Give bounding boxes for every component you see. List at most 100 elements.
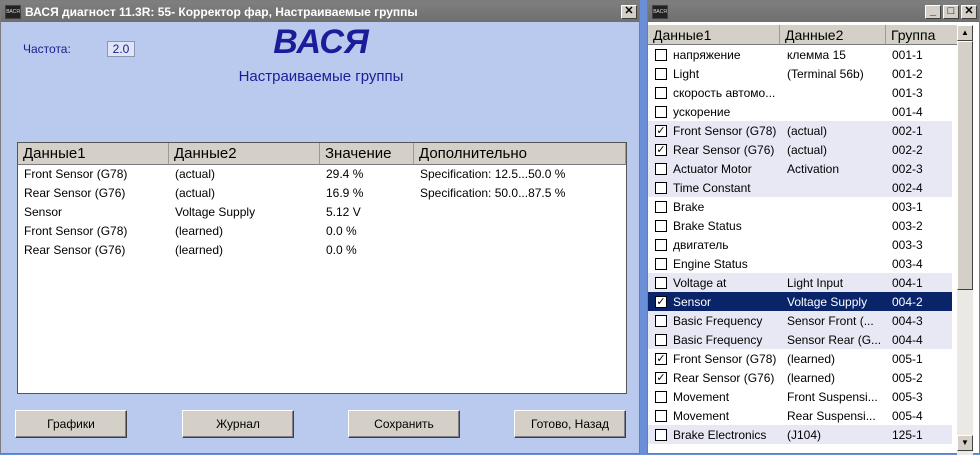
list-item[interactable]: ✓ Rear Sensor (G76) (actual) 002-2 <box>648 140 952 159</box>
checkbox[interactable] <box>655 105 667 118</box>
save-button[interactable]: Сохранить <box>348 410 460 438</box>
list-item-group: 003-2 <box>892 218 923 233</box>
list-item[interactable]: Time Constant 002-4 <box>648 178 952 197</box>
list-item[interactable]: Actuator Motor Activation 002-3 <box>648 159 952 178</box>
column-header-data1[interactable]: Данные1 <box>18 143 169 165</box>
list-item-d1: двигатель <box>673 237 729 252</box>
table-cell: (actual) <box>175 167 216 181</box>
table-cell: Rear Sensor (G76) <box>24 243 126 257</box>
checkbox[interactable] <box>655 428 667 441</box>
list-item-d1: Rear Sensor (G76) <box>673 370 775 385</box>
scroll-down-icon[interactable]: ▼ <box>957 435 973 451</box>
checkbox-checked[interactable]: ✓ <box>655 371 667 384</box>
list-item[interactable]: ✓ Rear Sensor (G76) (learned) 005-2 <box>648 368 952 387</box>
scroll-up-icon[interactable]: ▲ <box>957 25 973 41</box>
scroll-thumb[interactable] <box>957 41 973 290</box>
checkbox[interactable] <box>655 181 667 194</box>
list-item-group: 005-3 <box>892 389 923 404</box>
checkbox[interactable] <box>655 390 667 403</box>
checkbox[interactable] <box>655 200 667 213</box>
list-item-d1: Brake <box>673 199 705 214</box>
group-titlebar[interactable]: ВАСЯ _ □ ✕ <box>648 1 979 22</box>
list-item[interactable]: Movement Front Suspensi... 005-3 <box>648 387 952 406</box>
checkbox[interactable] <box>655 86 667 99</box>
main-titlebar[interactable]: ВАСЯ ВАСЯ диагност 11.3R: 55- Корректор … <box>1 1 639 22</box>
column-header-data2[interactable]: Данные2 <box>169 143 320 165</box>
table-cell: (learned) <box>175 224 224 238</box>
checkbox[interactable] <box>655 162 667 175</box>
list-item[interactable]: Brake Status 003-2 <box>648 216 952 235</box>
list-item[interactable]: ✓ Sensor Voltage Supply 004-2 <box>648 292 952 311</box>
list-item-d2: Light Input <box>787 275 844 290</box>
group-list: напряжение клемма 15 001-1 Light (Terminal 5… <box>648 45 952 455</box>
list-item-d1: Brake Electronics <box>673 427 767 442</box>
checkbox[interactable] <box>655 314 667 327</box>
checkbox[interactable] <box>655 219 667 232</box>
list-item-d2: (learned) <box>787 351 836 366</box>
maximize-icon[interactable]: □ <box>943 4 959 19</box>
checkbox[interactable] <box>655 48 667 61</box>
list-item-group: 001-4 <box>892 104 923 119</box>
checkbox[interactable] <box>655 276 667 289</box>
group-table-header: Данные1 Данные2 Группа <box>648 25 962 45</box>
list-item-d2: Sensor Front (... <box>787 313 874 328</box>
list-item-group: 001-3 <box>892 85 923 100</box>
close-icon[interactable]: ✕ <box>961 4 977 19</box>
table-row[interactable]: Front Sensor (G78) (actual) 29.4 % Specific… <box>18 165 626 184</box>
checkbox[interactable] <box>655 238 667 251</box>
list-item[interactable]: Basic Frequency Sensor Rear (G... 004-4 <box>648 330 952 349</box>
list-item[interactable]: Brake Electronics (J104) 125-1 <box>648 425 952 444</box>
list-item[interactable]: скорость автомо... 001-3 <box>648 83 952 102</box>
list-item-group: 005-4 <box>892 408 923 423</box>
done-back-button[interactable]: Готово, Назад <box>514 410 626 438</box>
column-header-data2[interactable]: Данные2 <box>780 25 886 45</box>
list-item[interactable]: Brake 003-1 <box>648 197 952 216</box>
list-item[interactable]: двигатель 003-3 <box>648 235 952 254</box>
list-item-d1: Engine Status <box>673 256 748 271</box>
list-item-d1: Voltage at <box>673 275 727 290</box>
list-item[interactable]: ✓ Front Sensor (G78) (actual) 002-1 <box>648 121 952 140</box>
list-item-d2: (actual) <box>787 142 828 157</box>
table-row[interactable]: Rear Sensor (G76) (actual) 16.9 % Specifica… <box>18 184 626 203</box>
checkbox[interactable] <box>655 257 667 270</box>
list-item[interactable]: Light (Terminal 56b) 001-2 <box>648 64 952 83</box>
table-cell: Sensor <box>24 205 63 219</box>
page-subtitle: Настраиваемые группы <box>238 68 404 85</box>
list-item[interactable]: Voltage at Light Input 004-1 <box>648 273 952 292</box>
checkbox[interactable] <box>655 333 667 346</box>
list-item[interactable]: Engine Status 003-4 <box>648 254 952 273</box>
column-header-value[interactable]: Значение <box>320 143 414 165</box>
table-row[interactable]: Sensor Voltage Supply 5.12 V <box>18 203 626 222</box>
column-header-extra[interactable]: Дополнительно <box>414 143 626 165</box>
column-header-group[interactable]: Группа <box>886 25 962 45</box>
checkbox-checked[interactable]: ✓ <box>655 295 667 308</box>
vertical-scrollbar[interactable]: ▲ ▼ <box>957 25 973 455</box>
list-item[interactable]: ✓ Front Sensor (G78) (learned) 005-1 <box>648 349 952 368</box>
list-item[interactable]: Basic Frequency Sensor Front (... 004-3 <box>648 311 952 330</box>
table-cell <box>414 203 626 222</box>
table-cell: Rear Sensor (G76) <box>24 186 126 200</box>
checkbox[interactable] <box>655 67 667 80</box>
list-item[interactable]: напряжение клемма 15 001-1 <box>648 45 952 64</box>
list-item-group: 002-3 <box>892 161 923 176</box>
graphs-button[interactable]: Графики <box>15 410 127 438</box>
table-cell: 5.12 V <box>326 205 361 219</box>
log-button[interactable]: Журнал <box>182 410 294 438</box>
close-icon[interactable]: ✕ <box>621 4 637 19</box>
list-item[interactable]: Movement Rear Suspensi... 005-4 <box>648 406 952 425</box>
checkbox-checked[interactable]: ✓ <box>655 352 667 365</box>
table-cell <box>414 241 626 260</box>
minimize-icon[interactable]: _ <box>925 4 941 19</box>
table-row[interactable]: Rear Sensor (G76) (learned) 0.0 % <box>18 241 626 260</box>
checkbox-checked[interactable]: ✓ <box>655 124 667 137</box>
list-item-d2: Voltage Supply <box>787 294 868 309</box>
table-cell: 16.9 % <box>326 186 364 200</box>
checkbox[interactable] <box>655 409 667 422</box>
column-header-data1[interactable]: Данные1 <box>648 25 780 45</box>
list-item-group: 002-1 <box>892 123 923 138</box>
main-window: ВАСЯ ВАСЯ диагност 11.3R: 55- Корректор … <box>0 0 640 454</box>
table-row[interactable]: Front Sensor (G78) (learned) 0.0 % <box>18 222 626 241</box>
checkbox-checked[interactable]: ✓ <box>655 143 667 156</box>
measurements-table: Данные1 Данные2 Значение Дополнительно F… <box>17 142 627 394</box>
list-item[interactable]: ускорение 001-4 <box>648 102 952 121</box>
